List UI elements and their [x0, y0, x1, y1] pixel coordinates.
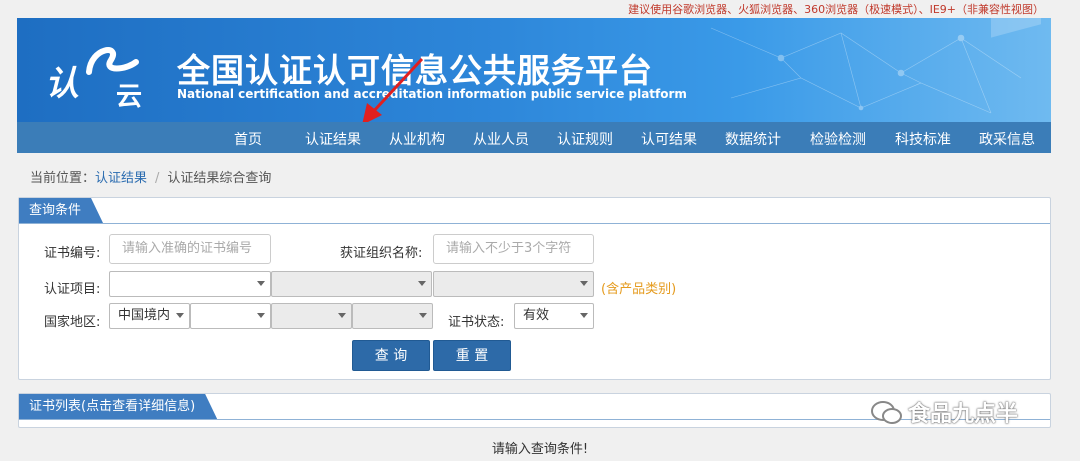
nav-item-accreditation[interactable]: 认可结果 — [641, 129, 697, 149]
breadcrumb-current: 认证结果综合查询 — [167, 171, 272, 186]
chevron-down-icon — [418, 281, 426, 286]
chevron-down-icon — [580, 313, 588, 318]
region-select[interactable]: 中国境内 — [109, 303, 190, 329]
chevron-down-icon — [257, 313, 265, 318]
nav-item-statistics[interactable]: 数据统计 — [725, 129, 781, 149]
main-nav: 首页 认证结果 从业机构 从业人员 认证规则 认可结果 数据统计 检验检测 科技… — [17, 122, 1051, 153]
status-label: 证书状态: — [448, 315, 505, 330]
nav-item-cert-rules[interactable]: 认证规则 — [557, 129, 613, 149]
district-select[interactable] — [352, 303, 433, 329]
cert-list-tab: 证书列表(点击查看详细信息) — [19, 394, 217, 419]
reset-button[interactable]: 重 置 — [433, 340, 511, 371]
cert-no-input[interactable]: 请输入准确的证书编号 — [109, 234, 271, 264]
nav-item-standards[interactable]: 科技标准 — [895, 129, 951, 149]
chevron-down-icon — [338, 313, 346, 318]
nav-item-procurement[interactable]: 政采信息 — [979, 129, 1035, 149]
cert-no-label: 证书编号: — [44, 246, 101, 261]
empty-result-message: 请输入查询条件! — [491, 442, 589, 457]
breadcrumb-link[interactable]: 认证结果 — [95, 171, 147, 186]
breadcrumb-label: 当前位置： — [30, 171, 96, 186]
project-label: 认证项目: — [44, 282, 101, 297]
project-note: (含产品类别) — [601, 282, 677, 297]
site-subtitle: National certification and accreditation… — [177, 87, 687, 101]
query-panel-header: 查询条件 — [19, 198, 1050, 224]
banner-network-graphic — [710, 18, 1041, 114]
query-tab: 查询条件 — [19, 198, 103, 223]
province-select[interactable] — [190, 303, 271, 329]
breadcrumb: 当前位置：认证结果 / 认证结果综合查询 — [30, 167, 271, 186]
site-logo[interactable]: 认 云 — [41, 42, 151, 112]
status-value: 有效 — [523, 308, 550, 323]
search-button[interactable]: 查 询 — [352, 340, 430, 371]
red-arrow-annotation — [362, 57, 424, 125]
nav-item-home[interactable]: 首页 — [234, 129, 262, 149]
chevron-down-icon — [419, 313, 427, 318]
nav-item-institutions[interactable]: 从业机构 — [389, 129, 445, 149]
nav-item-inspection[interactable]: 检验检测 — [810, 129, 866, 149]
nav-item-personnel[interactable]: 从业人员 — [473, 129, 529, 149]
chevron-down-icon — [176, 313, 184, 318]
browser-notice: 建议使用谷歌浏览器、火狐浏览器、360浏览器（极速模式）、IE9+（非兼容性视图… — [628, 3, 1044, 16]
wechat-icon — [871, 401, 902, 424]
chevron-down-icon — [580, 281, 588, 286]
logo-char-yun: 云 — [116, 82, 143, 112]
header-banner: 认 云 全国认证认可信息公共服务平台 National certificatio… — [17, 18, 1051, 122]
watermark: 食品九点半 — [908, 402, 1019, 427]
project-select-3[interactable] — [433, 271, 594, 297]
breadcrumb-separator: / — [155, 171, 160, 186]
status-select[interactable]: 有效 — [514, 303, 594, 329]
city-select[interactable] — [271, 303, 352, 329]
org-name-input[interactable]: 请输入不少于3个字符 — [433, 234, 594, 264]
region-value: 中国境内 — [118, 308, 171, 323]
org-name-label: 获证组织名称: — [340, 246, 423, 261]
project-select-2[interactable] — [271, 271, 432, 297]
chevron-down-icon — [257, 281, 265, 286]
logo-char-ren: 认 — [45, 64, 79, 104]
region-label: 国家地区: — [44, 315, 101, 330]
nav-item-cert-results[interactable]: 认证结果 — [305, 129, 361, 149]
project-select-1[interactable] — [109, 271, 271, 297]
